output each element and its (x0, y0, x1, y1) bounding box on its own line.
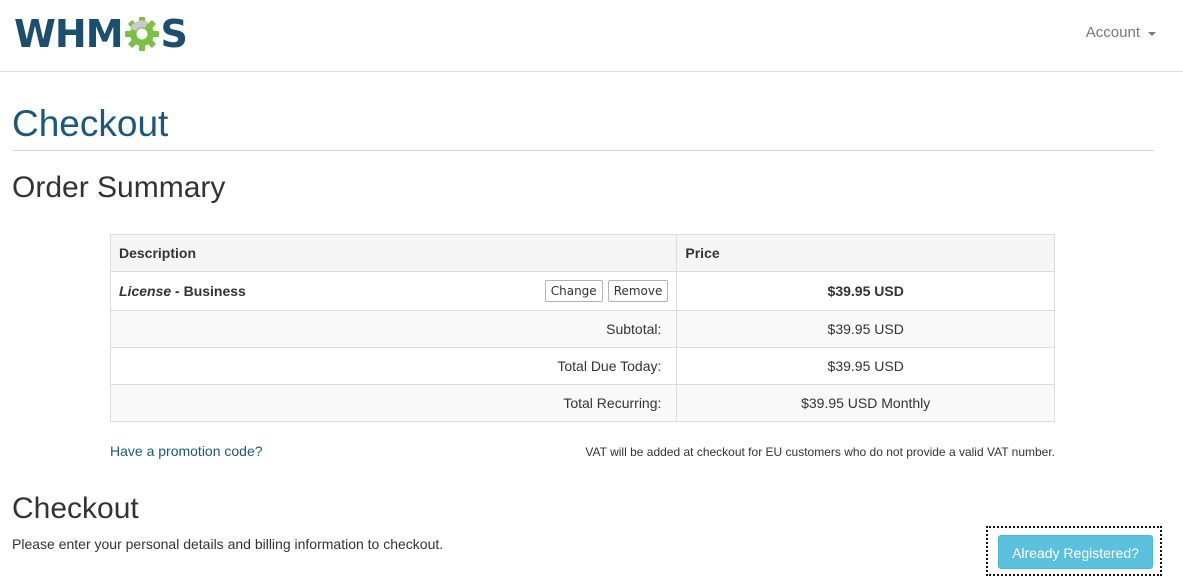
order-summary-table: Description Price License - Business Cha… (109, 234, 1055, 422)
total-recurring-label: Total Recurring: (109, 384, 678, 422)
already-registered-button[interactable]: Already Registered? (998, 535, 1153, 569)
table-row: Subtotal: $39.95 USD (109, 310, 1055, 348)
price-header: Price (676, 234, 1055, 272)
description-header: Description (109, 234, 678, 272)
page-title: Checkout (12, 103, 169, 144)
item-separator: - (171, 283, 184, 299)
subtotal-label: Subtotal: (109, 310, 678, 348)
title-divider (12, 150, 1154, 151)
checkout-description: Please enter your personal details and b… (12, 536, 444, 552)
top-navbar: WHM S Account (0, 0, 1183, 72)
item-product: License (119, 283, 172, 299)
item-actions: Change Remove (544, 280, 669, 302)
table-row: License - Business Change Remove $39.95 … (109, 271, 1055, 311)
checkout-heading: Checkout (12, 492, 139, 525)
table-row: Total Due Today: $39.95 USD (109, 347, 1055, 385)
account-label: Account (1085, 24, 1140, 41)
caret-down-icon (1148, 31, 1156, 36)
vat-note: VAT will be added at checkout for EU cus… (585, 445, 1055, 459)
gear-icon (124, 17, 159, 51)
item-plan: Business (183, 283, 246, 299)
account-dropdown[interactable]: Account (1086, 24, 1156, 41)
item-description-cell: License - Business Change Remove (109, 271, 678, 311)
item-price: $39.95 USD (676, 271, 1055, 311)
subtotal-value: $39.95 USD (676, 310, 1055, 348)
table-row: Total Recurring: $39.95 USD Monthly (109, 384, 1055, 422)
logo-text-right: S (160, 12, 188, 56)
total-recurring-value: $39.95 USD Monthly (676, 384, 1055, 422)
order-summary-heading: Order Summary (12, 171, 226, 204)
promotion-code-link[interactable]: Have a promotion code? (110, 443, 263, 459)
total-due-label: Total Due Today: (109, 347, 678, 385)
remove-button[interactable]: Remove (607, 280, 669, 302)
total-due-value: $39.95 USD (676, 347, 1055, 385)
whmcs-logo[interactable]: WHM S (14, 12, 188, 56)
change-button[interactable]: Change (544, 280, 603, 302)
item-name: License - Business (119, 283, 246, 299)
table-header-row: Description Price (109, 234, 1055, 272)
logo-text-left: WHM (14, 12, 124, 56)
